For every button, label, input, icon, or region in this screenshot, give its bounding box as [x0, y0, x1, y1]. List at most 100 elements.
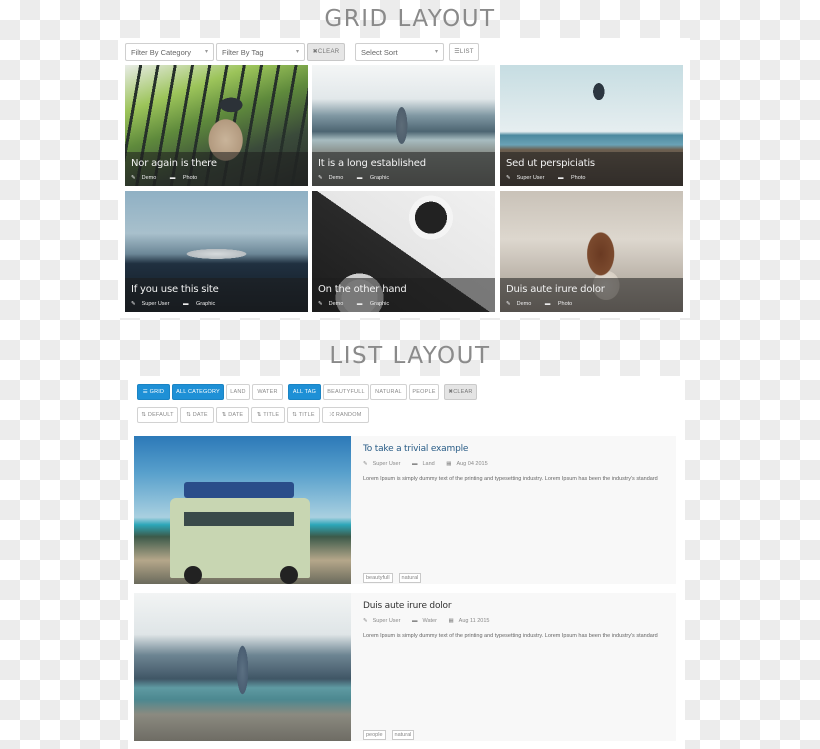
- pencil-icon: ✎: [506, 301, 511, 307]
- author[interactable]: ✎ Demo: [318, 175, 349, 181]
- list-item: Duis aute irure dolor ✎ Super User ▬ Water…: [134, 593, 676, 741]
- folder-icon: ▬: [169, 175, 176, 181]
- van-roof-rack: [184, 482, 294, 498]
- category[interactable]: ▬ Water: [412, 618, 442, 624]
- category-filter-label: Filter By Category: [131, 48, 192, 57]
- grid-icon: ☰: [142, 389, 148, 395]
- card-title[interactable]: Sed ut perspiciatis: [506, 158, 595, 169]
- clear-label: CLEAR: [317, 49, 340, 55]
- author[interactable]: ✎ Demo: [318, 301, 349, 307]
- category[interactable]: ▬ Photo: [558, 175, 591, 181]
- card-title[interactable]: On the other hand: [318, 284, 407, 295]
- category[interactable]: ▬ Photo: [170, 175, 203, 181]
- filter-natural[interactable]: NATURAL: [370, 384, 407, 400]
- van-wheel: [280, 566, 298, 584]
- calendar-icon: ▦: [448, 618, 454, 624]
- category[interactable]: ▬ Graphic: [183, 301, 221, 307]
- author[interactable]: ✎ Demo: [131, 175, 162, 181]
- folder-icon: ▬: [356, 175, 363, 181]
- shuffle-icon: ⤮: [329, 412, 335, 418]
- sort-date-desc-button[interactable]: ⇅ DATE: [216, 407, 249, 423]
- card-meta: ✎ Demo ▬ Graphic: [318, 301, 401, 307]
- grid-layout-title: GRID LAYOUT: [324, 6, 496, 32]
- chevron-down-icon: ▾: [295, 49, 299, 55]
- tag-filter-label: Filter By Tag: [222, 48, 264, 57]
- date: ▦ Aug 04 2015: [446, 461, 488, 467]
- filter-people[interactable]: PEOPLE: [409, 384, 439, 400]
- sort-amount-asc-icon: ⇅: [186, 412, 191, 418]
- category[interactable]: ▬ Graphic: [357, 175, 395, 181]
- folder-icon: ▬: [356, 301, 363, 307]
- list-item-meta: ✎ Super User ▬ Land ▦ Aug 04 2015: [363, 461, 498, 467]
- list-item-tags: beautyfull natural: [363, 566, 427, 584]
- list-item-tags: people natural: [363, 723, 420, 741]
- folder-icon: ▬: [182, 301, 189, 307]
- category-filter-select[interactable]: Filter By Category ▾: [125, 43, 214, 61]
- van-wheel: [184, 566, 202, 584]
- list-label: LIST: [459, 49, 474, 55]
- category[interactable]: ▬ Photo: [545, 301, 578, 307]
- list-layout-title: LIST LAYOUT: [329, 343, 491, 369]
- sort-date-asc-button[interactable]: ⇅ DATE: [180, 407, 214, 423]
- sort-title-desc-button[interactable]: ⇅ TITLE: [287, 407, 320, 423]
- author[interactable]: ✎ Super User: [131, 301, 175, 307]
- card-meta: ✎ Super User ▬ Photo: [506, 175, 597, 181]
- filter-beautyfull[interactable]: BEAUTYFULL: [323, 384, 369, 400]
- grid-card[interactable]: Duis aute irure dolor ✎ Demo ▬ Photo: [500, 191, 683, 312]
- author[interactable]: ✎ Demo: [506, 301, 537, 307]
- clear-filter-button[interactable]: ✖CLEAR: [444, 384, 477, 400]
- sort-random-button[interactable]: ⤮ RANDOM: [322, 407, 369, 423]
- author[interactable]: ✎ Super User: [363, 618, 405, 624]
- list-panel: ☰ GRID ALL CATEGORY LAND WATER ALL TAG B…: [128, 376, 685, 749]
- grid-card[interactable]: It is a long established ✎ Demo ▬ Graphic: [312, 65, 495, 186]
- category[interactable]: ▬ Graphic: [357, 301, 395, 307]
- filter-land[interactable]: LAND: [226, 384, 250, 400]
- author[interactable]: ✎ Super User: [506, 175, 550, 181]
- pencil-icon: ✎: [506, 175, 511, 181]
- grid-card[interactable]: If you use this site ✎ Super User ▬ Graph…: [125, 191, 308, 312]
- pencil-icon: ✎: [318, 301, 323, 307]
- pencil-icon: ✎: [363, 618, 368, 624]
- sort-select-label: Select Sort: [361, 48, 398, 57]
- folder-icon: ▬: [557, 175, 564, 181]
- list-view-button[interactable]: ☰LIST: [449, 43, 479, 61]
- list-item-image[interactable]: [134, 436, 351, 584]
- card-title[interactable]: If you use this site: [131, 284, 219, 295]
- card-title[interactable]: Duis aute irure dolor: [506, 284, 605, 295]
- list-item-title[interactable]: To take a trivial example: [363, 444, 468, 454]
- pencil-icon: ✎: [131, 175, 136, 181]
- filter-water[interactable]: WATER: [252, 384, 283, 400]
- grid-card[interactable]: Nor again is there ✎ Demo ▬ Photo: [125, 65, 308, 186]
- list-item-title[interactable]: Duis aute irure dolor: [363, 601, 452, 611]
- grid-card[interactable]: On the other hand ✎ Demo ▬ Graphic: [312, 191, 495, 312]
- author[interactable]: ✎ Super User: [363, 461, 405, 467]
- chevron-down-icon: ▾: [434, 49, 438, 55]
- van-windows: [184, 512, 294, 526]
- folder-icon: ▬: [411, 461, 418, 467]
- tag[interactable]: natural: [398, 573, 422, 583]
- tag-filter-select[interactable]: Filter By Tag ▾: [216, 43, 305, 61]
- sort-default-button[interactable]: ⇅ DEFAULT: [137, 407, 178, 423]
- clear-filter-button[interactable]: ✖CLEAR: [307, 43, 345, 61]
- list-item-description: Lorem Ipsum is simply dummy text of the …: [363, 476, 658, 482]
- grid-view-button[interactable]: ☰ GRID: [137, 384, 170, 400]
- pencil-icon: ✎: [318, 175, 323, 181]
- card-title[interactable]: It is a long established: [318, 158, 426, 169]
- category[interactable]: ▬ Land: [412, 461, 440, 467]
- sort-alpha-asc-icon: ⇅: [256, 412, 262, 418]
- calendar-icon: ▦: [446, 461, 452, 467]
- list-item: To take a trivial example ✎ Super User ▬ L…: [134, 436, 676, 584]
- list-item-description: Lorem Ipsum is simply dummy text of the …: [363, 633, 658, 639]
- tag[interactable]: natural: [391, 730, 415, 740]
- sort-select[interactable]: Select Sort ▾: [355, 43, 444, 61]
- filter-all-category[interactable]: ALL CATEGORY: [172, 384, 224, 400]
- grid-card[interactable]: Sed ut perspiciatis ✎ Super User ▬ Photo: [500, 65, 683, 186]
- tag[interactable]: people: [363, 730, 386, 740]
- list-item-meta: ✎ Super User ▬ Water ▦ Aug 11 2015: [363, 618, 499, 624]
- sort-title-asc-button[interactable]: ⇅ TITLE: [251, 407, 285, 423]
- tag[interactable]: beautyfull: [363, 573, 393, 583]
- date: ▦ Aug 11 2015: [448, 618, 490, 624]
- list-item-image[interactable]: [134, 593, 351, 741]
- card-title[interactable]: Nor again is there: [131, 158, 217, 169]
- filter-all-tag[interactable]: ALL TAG: [288, 384, 321, 400]
